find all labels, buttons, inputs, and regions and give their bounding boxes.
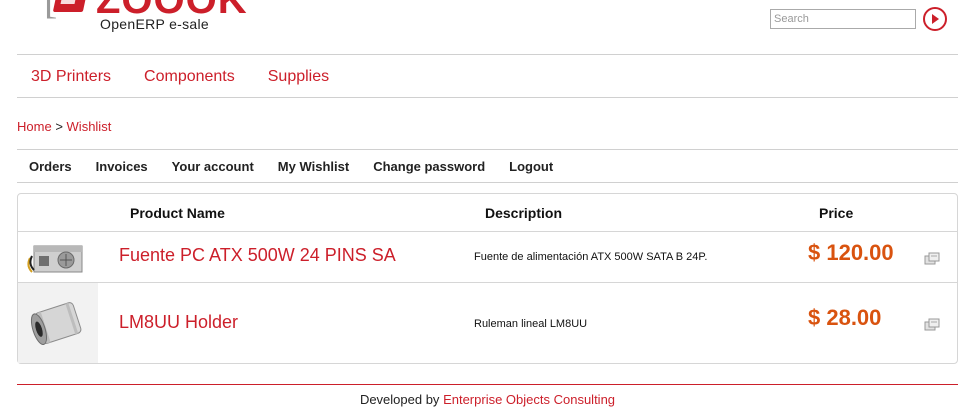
breadcrumb-current[interactable]: Wishlist [67,119,112,134]
play-arrow-icon [932,14,939,24]
footer-prefix: Developed by [359,392,440,407]
product-price: $ 28.00 [808,305,882,330]
breadcrumb: Home > Wishlist [17,119,111,134]
account-link-invoices[interactable]: Invoices [96,159,148,174]
product-image[interactable] [18,232,98,282]
footer-developer-link[interactable]: Enterprise Objects Consulting [443,392,615,407]
search-input[interactable] [770,9,916,29]
category-link-supplies[interactable]: Supplies [268,68,329,86]
category-link-components[interactable]: Components [144,68,235,86]
account-link-orders[interactable]: Orders [29,159,72,174]
divider [17,149,958,150]
logo-subtitle: OpenERP e-sale [100,16,210,32]
table-row: Fuente PC ATX 500W 24 PINS SA Fuente de … [18,231,957,282]
product-description: Ruleman lineal LM8UU [474,318,588,330]
remove-from-wishlist-icon[interactable] [924,316,940,332]
divider [17,182,958,183]
column-header-price: Price [819,205,854,221]
divider [17,97,958,98]
divider [17,54,958,55]
brand-logo[interactable]: [ ZOOOK OpenERP e-sale [44,0,247,40]
product-price: $ 120.00 [808,240,894,265]
account-link-my-wishlist[interactable]: My Wishlist [278,159,349,174]
linear-bearing-image-icon [30,302,82,346]
category-link-3d-printers[interactable]: 3D Printers [31,68,111,86]
footer: Developed by Enterprise Objects Consulti… [0,392,975,407]
product-name-link[interactable]: Fuente PC ATX 500W 24 PINS SA [119,245,396,266]
category-nav: 3D Printers Components Supplies [31,68,329,86]
column-header-product: Product Name [130,205,225,221]
footer-divider [17,384,958,385]
logo-book-icon [52,0,90,12]
power-supply-image-icon [27,245,83,273]
product-image[interactable] [18,283,98,363]
breadcrumb-home[interactable]: Home [17,119,52,134]
product-description: Fuente de alimentación ATX 500W SATA B 2… [474,251,708,263]
table-row: LM8UU Holder Ruleman lineal LM8UU $ 28.0… [18,282,957,363]
search-button[interactable] [923,7,947,31]
product-name-link[interactable]: LM8UU Holder [119,312,238,333]
account-link-change-password[interactable]: Change password [373,159,485,174]
column-header-description: Description [485,205,563,221]
account-nav: Orders Invoices Your account My Wishlist… [29,159,553,174]
remove-from-wishlist-icon[interactable] [924,250,940,266]
account-link-your-account[interactable]: Your account [172,159,254,174]
wishlist-table: Product Name Description Price Fuente PC… [17,193,958,364]
account-link-logout[interactable]: Logout [509,159,553,174]
breadcrumb-separator: > [55,119,63,134]
